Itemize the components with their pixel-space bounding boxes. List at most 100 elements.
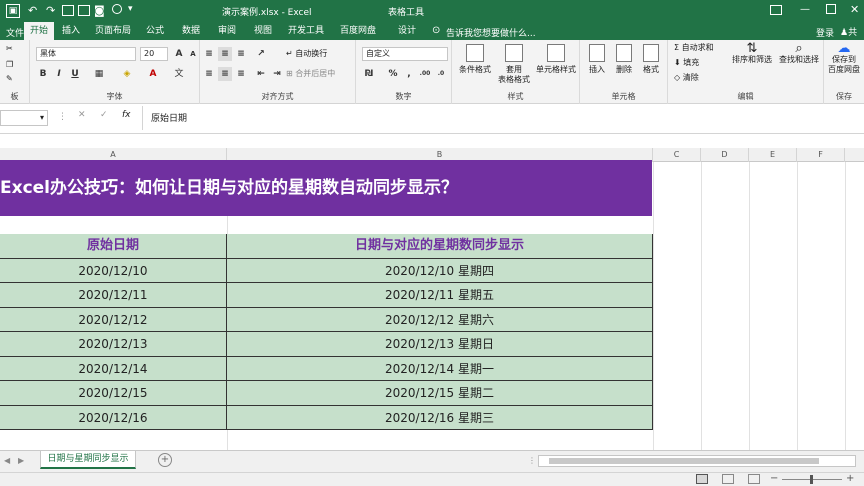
cell-original-date[interactable]: 2020/12/16 — [0, 405, 227, 429]
share-button[interactable]: ♟共 — [840, 25, 857, 38]
tell-me-search[interactable]: 告诉我您想要做什么... — [446, 26, 536, 39]
merge-center-button[interactable]: ⊞ 合并后居中 — [286, 69, 335, 79]
increase-indent-icon[interactable]: ⇥ — [270, 67, 284, 81]
sort-filter-button[interactable]: ⇅ 排序和筛选 — [730, 42, 774, 65]
shrink-font-icon[interactable]: A — [186, 47, 200, 61]
wrap-text-button[interactable]: ↵ 自动换行 — [286, 49, 327, 59]
form-icon[interactable] — [62, 5, 74, 16]
enter-icon[interactable]: ✓ — [100, 110, 108, 120]
cell-date-weekday[interactable]: 2020/12/14 星期一 — [227, 356, 653, 380]
scroll-left-icon[interactable]: ◀ — [4, 456, 10, 465]
format-cells-button[interactable]: 格式 — [638, 44, 664, 75]
cell-date-weekday[interactable]: 2020/12/16 星期三 — [227, 405, 653, 429]
cell-original-date[interactable]: 2020/12/10 — [0, 258, 227, 282]
find-select-button[interactable]: ⌕ 查找和选择 — [776, 42, 822, 65]
cut-icon[interactable]: ✂ — [6, 44, 13, 54]
sheet-tab-active[interactable]: 日期与星期同步显示 — [40, 451, 136, 469]
insert-function-icon[interactable]: fx — [122, 110, 131, 120]
cell-original-date[interactable]: 2020/12/11 — [0, 283, 227, 307]
align-center-icon[interactable]: ≡ — [218, 67, 232, 81]
delete-cells-button[interactable]: 删除 — [611, 44, 637, 75]
insert-cells-button[interactable]: 插入 — [584, 44, 610, 75]
cell-date-weekday[interactable]: 2020/12/13 星期日 — [227, 332, 653, 356]
file-tab[interactable]: 文件 — [6, 26, 24, 39]
column-header-f[interactable]: F — [797, 148, 845, 162]
fill-button[interactable]: ⬇ 填充 — [674, 58, 699, 68]
formula-input[interactable]: 原始日期 — [142, 106, 864, 130]
cancel-icon[interactable]: ✕ — [78, 110, 86, 120]
customize-qat-icon[interactable]: ▾ — [128, 4, 133, 14]
decrease-decimal-icon[interactable]: .0 — [434, 67, 448, 81]
title-banner[interactable]: Excel办公技巧：如何让日期与对应的星期数自动同步显示？ — [0, 160, 652, 216]
italic-button[interactable]: I — [52, 67, 66, 81]
comma-style-icon[interactable]: , — [402, 67, 416, 81]
borders-icon[interactable]: ▦ — [92, 67, 106, 81]
font-name-combo[interactable]: 黑体 — [36, 47, 136, 61]
fill-color-icon[interactable]: ◈ — [120, 67, 134, 81]
ribbon-display-icon[interactable] — [770, 5, 782, 15]
cell-original-date[interactable]: 2020/12/13 — [0, 332, 227, 356]
font-color-icon[interactable]: A — [146, 67, 160, 81]
header-date-weekday[interactable]: 日期与对应的星期数同步显示 — [227, 234, 653, 258]
underline-button[interactable]: U — [68, 67, 82, 81]
undo-icon[interactable]: ↶ — [28, 4, 37, 17]
name-box[interactable]: ▾ — [0, 110, 48, 126]
align-left-icon[interactable]: ≡ — [202, 67, 216, 81]
cell-original-date[interactable]: 2020/12/15 — [0, 381, 227, 405]
scroll-right-icon[interactable]: ▶ — [18, 456, 24, 465]
conditional-format-button[interactable]: 条件格式 — [456, 44, 494, 75]
column-header-d[interactable]: D — [701, 148, 749, 162]
save-to-baidu-button[interactable]: ☁ 保存到 百度网盘 — [824, 42, 864, 75]
close-icon[interactable]: ✕ — [850, 3, 859, 16]
maximize-icon[interactable] — [826, 4, 836, 14]
page-layout-view-icon[interactable] — [722, 474, 734, 484]
percent-style-icon[interactable]: % — [386, 67, 400, 81]
tab-review[interactable]: 审阅 — [212, 22, 242, 40]
save-icon[interactable]: ▣ — [6, 4, 20, 18]
table-format-button[interactable]: 套用 表格格式 — [492, 44, 536, 85]
accounting-format-icon[interactable]: ₪ — [362, 67, 376, 81]
tab-insert[interactable]: 插入 — [56, 22, 86, 40]
tab-formulas[interactable]: 公式 — [140, 22, 170, 40]
cell-date-weekday[interactable]: 2020/12/11 星期五 — [227, 283, 653, 307]
tab-design[interactable]: 设计 — [392, 22, 422, 40]
print-preview-icon[interactable] — [78, 5, 90, 16]
cell-original-date[interactable]: 2020/12/14 — [0, 356, 227, 380]
increase-decimal-icon[interactable]: .00 — [418, 67, 432, 81]
column-header-e[interactable]: E — [749, 148, 797, 162]
copy-icon[interactable]: ❐ — [6, 60, 13, 70]
column-header-c[interactable]: C — [653, 148, 701, 162]
tab-page-layout[interactable]: 页面布局 — [92, 22, 134, 40]
cell-date-weekday[interactable]: 2020/12/10 星期四 — [227, 258, 653, 282]
login-link[interactable]: 登录 — [816, 26, 834, 39]
camera-icon[interactable]: ◙ — [94, 4, 105, 17]
cell-original-date[interactable]: 2020/12/12 — [0, 307, 227, 331]
number-format-combo[interactable]: 自定义 — [362, 47, 448, 61]
align-right-icon[interactable]: ≡ — [234, 67, 248, 81]
horizontal-scrollbar[interactable] — [538, 455, 856, 467]
normal-view-icon[interactable] — [696, 474, 708, 484]
add-sheet-button[interactable]: + — [158, 453, 172, 467]
grow-font-icon[interactable]: A — [172, 47, 186, 61]
bold-button[interactable]: B — [36, 67, 50, 81]
zoom-slider-thumb[interactable] — [810, 475, 813, 484]
tab-view[interactable]: 视图 — [248, 22, 278, 40]
align-middle-icon[interactable]: ≡ — [218, 47, 232, 61]
tab-splitter-icon[interactable]: ⋮ — [528, 456, 536, 465]
tab-baidu-netdisk[interactable]: 百度网盘 — [336, 22, 380, 40]
cell-date-weekday[interactable]: 2020/12/15 星期二 — [227, 381, 653, 405]
touch-mode-icon[interactable] — [112, 4, 122, 14]
cell-date-weekday[interactable]: 2020/12/12 星期六 — [227, 307, 653, 331]
tab-data[interactable]: 数据 — [176, 22, 206, 40]
decrease-indent-icon[interactable]: ⇤ — [254, 67, 268, 81]
orientation-icon[interactable]: ↗ — [254, 47, 268, 61]
phonetic-icon[interactable]: 文 — [172, 67, 186, 81]
tab-home[interactable]: 开始 — [24, 22, 54, 40]
zoom-in-icon[interactable]: + — [846, 473, 854, 484]
tab-developer[interactable]: 开发工具 — [284, 22, 328, 40]
autosum-button[interactable]: Σ 自动求和 — [674, 43, 714, 53]
minimize-icon[interactable]: — — [800, 4, 810, 15]
align-top-icon[interactable]: ≡ — [202, 47, 216, 61]
cell-style-button[interactable]: 单元格样式 — [534, 44, 578, 75]
format-painter-icon[interactable]: ✎ — [6, 74, 13, 84]
